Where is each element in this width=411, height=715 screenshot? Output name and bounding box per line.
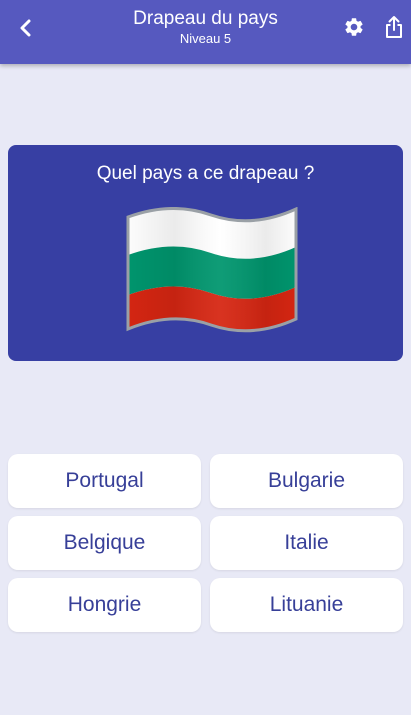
gear-icon	[345, 18, 363, 36]
level-subtitle: Niveau 5	[179, 31, 232, 46]
answer-button[interactable]: Lituanie	[210, 578, 403, 632]
settings-button[interactable]	[339, 12, 369, 42]
bulgaria-flag-icon	[126, 207, 298, 333]
answer-button[interactable]: Belgique	[8, 516, 201, 570]
share-button[interactable]	[379, 12, 409, 42]
question-card: Quel pays a ce drapeau ?	[8, 145, 403, 361]
app-header: Drapeau du pays Niveau 5	[0, 0, 411, 64]
answer-button[interactable]: Bulgarie	[210, 454, 403, 508]
page-title: Drapeau du pays	[133, 8, 278, 29]
answer-button[interactable]: Italie	[210, 516, 403, 570]
answer-button[interactable]: Hongrie	[8, 578, 201, 632]
answer-button[interactable]: Portugal	[8, 454, 201, 508]
back-button[interactable]	[10, 12, 42, 44]
share-icon	[386, 16, 402, 38]
question-text: Quel pays a ce drapeau ?	[96, 163, 315, 184]
chevron-left-icon	[20, 19, 31, 37]
header-title-group: Drapeau du pays Niveau 5	[100, 7, 311, 46]
